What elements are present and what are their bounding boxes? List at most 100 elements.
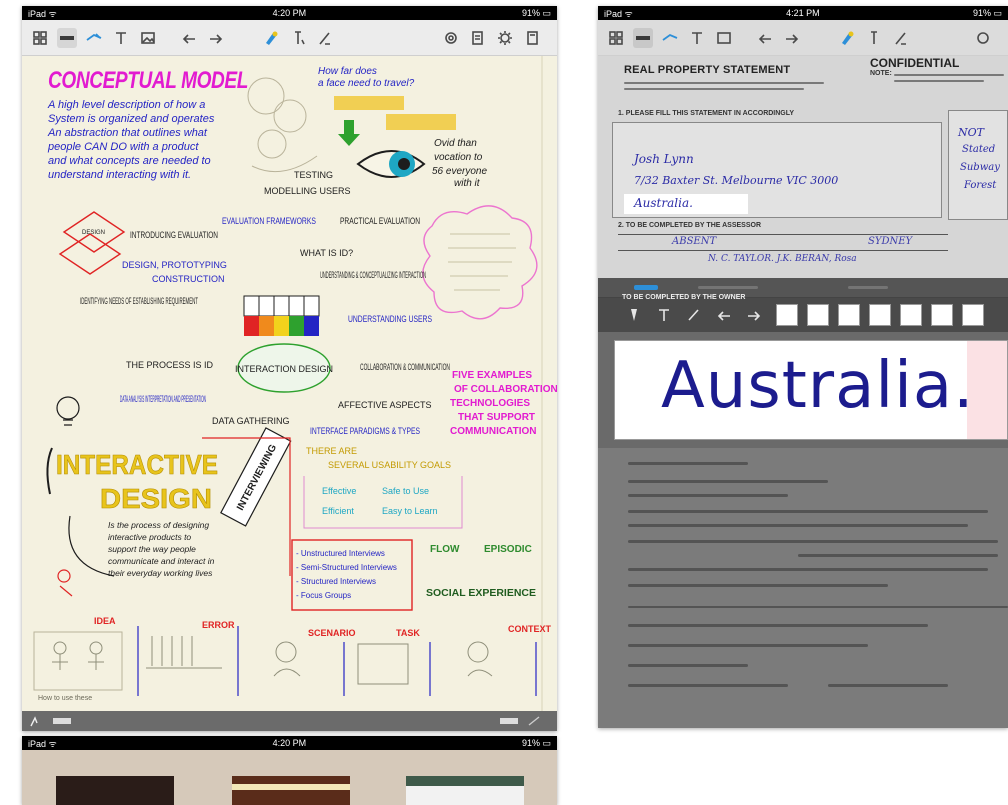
zoom-writing-area[interactable]: Australia. [614,340,1008,440]
color-swatch-3[interactable] [838,304,860,326]
pen-size-icon[interactable] [30,715,44,727]
bookmark-icon[interactable] [522,28,542,48]
svg-text:- Focus Groups: - Focus Groups [296,591,351,600]
handwritten-country: Australia. [634,196,693,210]
image-icon[interactable] [714,28,734,48]
color-icon[interactable] [261,28,281,48]
image-icon[interactable] [138,28,158,48]
redo-icon[interactable] [782,28,802,48]
battery-label: 91% ▭ [521,737,551,748]
color-swatch-icon[interactable] [52,715,72,727]
note-canvas[interactable]: CONCEPTUAL MODEL A high level descriptio… [22,56,557,711]
notebook-cover-2[interactable] [232,776,350,805]
share-icon[interactable] [315,28,335,48]
note-label: NOTE: [870,70,892,77]
page-indicator-icon[interactable] [499,715,519,727]
redo-icon[interactable] [746,307,762,323]
color-swatch-1[interactable] [776,304,798,326]
undo-icon[interactable] [179,28,199,48]
interface-paradigms: INTERFACE PARADIGMS & TYPES [310,426,420,436]
interviewing-box: INTERVIEWING [220,427,292,527]
undo-icon[interactable] [755,28,775,48]
handwritten-city: SYDNEY [868,236,913,247]
svg-text:vocation to: vocation to [434,152,483,163]
top-question: How far does a face need to travel? [318,66,415,89]
svg-text:understand interacting with it: understand interacting with it. [48,169,191,181]
lasso-icon[interactable] [864,28,884,48]
pen-icon[interactable] [633,27,653,48]
svg-text:their everyday working lives: their everyday working lives [108,568,213,578]
lasso-icon[interactable] [288,28,308,48]
green-arrow [338,120,360,146]
social-experience-label: SOCIAL EXPERIENCE [426,588,536,599]
notebook-shelf-screen: iPad ᯤ 4:20 PM 91% ▭ [22,736,557,805]
color-swatch-7[interactable] [962,304,984,326]
scenario-strip: IDEA ERROR SCENARIO TASK CONTEXT How to … [33,616,552,702]
episodic-label: EPISODIC [484,544,532,555]
grid-icon[interactable] [606,28,626,48]
svg-text:COMMUNICATION: COMMUNICATION [450,426,536,437]
svg-text:Safe to Use: Safe to Use [382,486,429,496]
clock-label: 4:20 PM [272,8,307,18]
svg-text:THERE ARE: THERE ARE [306,446,357,456]
note-toolbar [22,20,557,56]
status-bar: iPad ᯤ 4:20 PM 91% ▭ [22,736,557,750]
color-swatch-2[interactable] [807,304,829,326]
pen-icon[interactable] [57,27,77,48]
yellow-sticky-2 [386,114,456,130]
carrier-label: iPad ᯤ [604,8,633,19]
carrier-label: iPad ᯤ [28,8,57,19]
settings-icon[interactable] [441,28,461,48]
zoom-icon[interactable] [527,715,541,727]
text-icon[interactable] [687,28,707,48]
redo-icon[interactable] [206,28,226,48]
clock-label: 4:20 PM [272,738,307,748]
undo-icon[interactable] [716,307,732,323]
interview-types: - Unstructured Interviews - Semi-Structu… [291,539,413,611]
svg-text:TASK: TASK [396,628,420,638]
pages-icon[interactable] [468,28,488,48]
share-icon[interactable] [891,28,911,48]
svg-text:- Unstructured Interviews: - Unstructured Interviews [296,549,385,558]
color-swatch-6[interactable] [931,304,953,326]
interactive-title: INTERACTIVE [56,449,218,480]
process-id: THE PROCESS IS ID [126,360,214,370]
svg-text:a face need to travel?: a face need to travel? [318,78,415,89]
eraser-icon[interactable] [686,307,702,323]
five-examples: FIVE EXAMPLES OF COLLABORATION TECHNOLOG… [450,370,557,437]
battery-label: 91% ▭ [521,7,551,18]
confidential-label: CONFIDENTIAL [870,56,960,70]
svg-text:How far does: How far does [318,66,377,77]
notebook-cover-3[interactable] [406,776,524,805]
interaction-design-sketch: INTERACTION DESIGN [235,295,333,393]
text-icon[interactable] [656,307,672,323]
svg-text:SCENARIO: SCENARIO [308,628,356,638]
design-prototyping: DESIGN, PROTOTYPING [122,260,227,270]
zoom-toolbar: TO BE COMPLETED BY THE OWNER [598,294,1008,332]
introducing-evaluation: INTRODUCING EVALUATION [130,230,218,240]
highlighter-icon[interactable] [660,28,680,48]
pen-tip-icon[interactable] [626,307,642,323]
color-icon[interactable] [837,28,857,48]
handwritten-address: 7/32 Baxter St. Melbourne VIC 3000 [634,174,839,187]
design-title: DESIGN [100,483,212,514]
observe-text: Ovid than vocation to 56 everyone with i… [432,138,487,189]
form-lower-section [598,448,1008,728]
notebook-cover-1[interactable] [56,776,174,805]
understanding-conceptualizing: UNDERSTANDING & CONCEPTUALIZING INTERACT… [320,270,426,280]
gear-icon[interactable] [495,28,515,48]
color-swatch-4[interactable] [869,304,891,326]
testing-label: TESTING [294,170,333,180]
highlighter-icon[interactable] [84,28,104,48]
eye-sketch [356,150,426,178]
construction: CONSTRUCTION [152,274,225,284]
svg-text:An abstraction that outlines w: An abstraction that outlines what [47,127,208,139]
color-swatch-5[interactable] [900,304,922,326]
affective-aspects: AFFECTIVE ASPECTS [338,400,432,410]
settings-icon[interactable] [973,28,993,48]
battery-label: 91% ▭ [972,7,1002,18]
grid-icon[interactable] [30,28,50,48]
note-bottom-bar [22,711,557,731]
text-icon[interactable] [111,28,131,48]
status-bar: iPad ᯤ 4:21 PM 91% ▭ [598,6,1008,20]
